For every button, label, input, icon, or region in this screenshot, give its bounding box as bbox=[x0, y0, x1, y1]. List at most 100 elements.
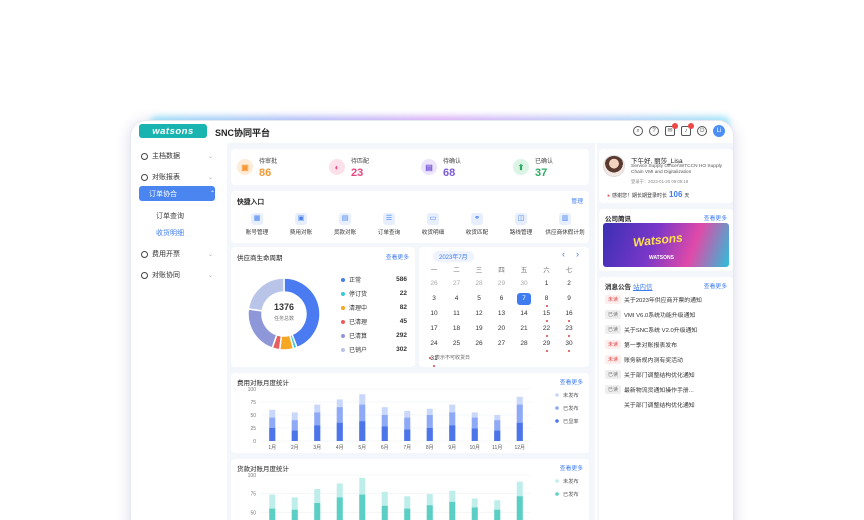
calendar-day[interactable]: 30 bbox=[517, 278, 531, 290]
mail-icon[interactable]: ✉ bbox=[665, 123, 678, 136]
bell-icon[interactable]: ♪ bbox=[681, 123, 694, 136]
message-item[interactable]: 已读 最新物流货通知操作手册... bbox=[605, 385, 729, 394]
calendar-day[interactable]: 14 bbox=[517, 308, 531, 320]
legend-item[interactable]: 已清算 292 bbox=[341, 331, 407, 340]
search-icon[interactable]: ⌕ bbox=[633, 126, 643, 136]
bar[interactable] bbox=[381, 505, 388, 520]
calendar-day[interactable]: 18 bbox=[450, 323, 464, 335]
calendar-day[interactable]: 8 bbox=[540, 293, 554, 305]
bar[interactable] bbox=[449, 425, 456, 441]
chevron-left-icon[interactable]: ‹ bbox=[562, 249, 565, 259]
messages-tab-notices[interactable]: 消息公告 bbox=[605, 281, 631, 291]
quick-receipt[interactable]: ▭ 收货明细 bbox=[411, 213, 455, 236]
calendar-day[interactable]: 28 bbox=[517, 338, 531, 350]
message-item[interactable]: 已读 关于SNC系统 V2.0升级通知 bbox=[605, 325, 729, 334]
stat-pending-approval[interactable]: ▣ 待审批 86 bbox=[231, 151, 321, 183]
calendar-day[interactable]: 22 bbox=[540, 323, 554, 335]
manage-link[interactable]: 管理 bbox=[571, 196, 583, 205]
bar[interactable] bbox=[494, 430, 501, 441]
calendar-day[interactable]: 25 bbox=[450, 338, 464, 350]
bar[interactable] bbox=[471, 507, 478, 520]
quick-route[interactable]: ◫ 路线管理 bbox=[499, 213, 543, 236]
bar[interactable] bbox=[426, 428, 433, 441]
bar[interactable] bbox=[426, 505, 433, 520]
message-item[interactable]: 关于部门调整结构优化通知 bbox=[605, 400, 729, 409]
calendar-day[interactable]: 23 bbox=[562, 323, 576, 335]
calendar-day[interactable]: 1 bbox=[540, 278, 554, 290]
legend-item[interactable]: 已清理 45 bbox=[341, 317, 407, 326]
calendar-day[interactable]: 7 bbox=[517, 293, 531, 305]
calendar-day[interactable]: 3 bbox=[427, 293, 441, 305]
calendar-day[interactable]: 26 bbox=[427, 278, 441, 290]
bar[interactable] bbox=[359, 494, 366, 520]
legend-item[interactable]: 清理中 82 bbox=[341, 303, 407, 312]
calendar-day[interactable]: 28 bbox=[472, 278, 486, 290]
calendar-day[interactable]: 6 bbox=[495, 293, 509, 305]
calendar-day[interactable]: 15 bbox=[540, 308, 554, 320]
bar[interactable] bbox=[269, 428, 276, 441]
calendar-month[interactable]: 2023年7月 bbox=[433, 251, 474, 262]
quick-fee[interactable]: ▣ 费用对账 bbox=[279, 213, 323, 236]
calendar-day[interactable]: 5 bbox=[472, 293, 486, 305]
bar[interactable] bbox=[516, 496, 523, 520]
sidebar-sub-receipt-detail[interactable]: 收货明细 bbox=[156, 228, 184, 238]
bar[interactable] bbox=[494, 509, 501, 520]
bar[interactable] bbox=[314, 425, 321, 441]
bar[interactable] bbox=[381, 426, 388, 441]
legend-item[interactable]: 已销户 302 bbox=[341, 345, 407, 354]
bar[interactable] bbox=[291, 430, 298, 441]
calendar-day[interactable]: 27 bbox=[450, 278, 464, 290]
legend-item[interactable]: 停订货 22 bbox=[341, 289, 407, 298]
calendar-day[interactable]: 12 bbox=[472, 308, 486, 320]
calendar-day[interactable]: 13 bbox=[495, 308, 509, 320]
message-item[interactable]: 已读 VMI V6.0系统功能升级通知 bbox=[605, 310, 729, 319]
quick-match[interactable]: ⚭ 收货匹配 bbox=[455, 213, 499, 236]
calendar-day[interactable]: 26 bbox=[472, 338, 486, 350]
message-item[interactable]: 已读 关于部门调整结构优化通知 bbox=[605, 370, 729, 379]
sidebar-sub-order-query[interactable]: 订单查询 bbox=[156, 211, 184, 221]
sidebar-item-reconcile[interactable]: 对账协同 ⌄ bbox=[141, 270, 213, 280]
calendar-day[interactable]: 27 bbox=[495, 338, 509, 350]
bar[interactable] bbox=[516, 422, 523, 441]
lifecycle-more-link[interactable]: 查看更多 bbox=[386, 252, 409, 261]
announcement-more-link[interactable]: 查看更多 bbox=[704, 213, 727, 222]
help-icon[interactable]: ? bbox=[649, 126, 659, 136]
bar[interactable] bbox=[269, 508, 276, 520]
bar[interactable] bbox=[336, 422, 343, 441]
user-avatar[interactable]: Li bbox=[713, 125, 725, 137]
sidebar-item-reports[interactable]: 对账报表 ⌄ bbox=[141, 172, 213, 182]
calendar-day[interactable]: 17 bbox=[427, 323, 441, 335]
bar[interactable] bbox=[336, 497, 343, 520]
message-item[interactable]: 未读 账务新规内测有奖活动 bbox=[605, 355, 729, 364]
calendar-day[interactable]: 30 bbox=[562, 338, 576, 350]
calendar-day[interactable]: 11 bbox=[450, 308, 464, 320]
legend-item[interactable]: 正常 586 bbox=[341, 275, 407, 284]
bar[interactable] bbox=[404, 429, 411, 441]
stat-pending-confirm[interactable]: ▤ 待确认 68 bbox=[415, 151, 505, 183]
bar[interactable] bbox=[359, 421, 366, 441]
calendar-day[interactable]: 29 bbox=[540, 338, 554, 350]
messages-tab-inbox[interactable]: 站内信 bbox=[633, 281, 653, 291]
messages-more-link[interactable]: 查看更多 bbox=[704, 281, 727, 290]
bar[interactable] bbox=[449, 501, 456, 520]
calendar-day[interactable]: 20 bbox=[495, 323, 509, 335]
calendar-day[interactable]: 21 bbox=[517, 323, 531, 335]
stat-confirmed[interactable]: ⬆ 已确认 37 bbox=[507, 151, 597, 183]
bar[interactable] bbox=[471, 428, 478, 441]
bar[interactable] bbox=[314, 503, 321, 520]
message-item[interactable]: 未读 第一季对账报表发布 bbox=[605, 340, 729, 349]
chevron-right-icon[interactable]: › bbox=[576, 249, 579, 259]
sidebar-item-master-data[interactable]: 主档数据 ⌄ bbox=[141, 151, 213, 161]
announcement-banner[interactable]: Watsons WATSONS bbox=[603, 223, 729, 267]
bar[interactable] bbox=[291, 509, 298, 520]
message-item[interactable]: 未读 关于2023年供应商开票的通知 bbox=[605, 295, 729, 304]
quick-account[interactable]: ▦ 账号管理 bbox=[235, 213, 279, 236]
calendar-day[interactable]: 29 bbox=[495, 278, 509, 290]
calendar-day[interactable]: 24 bbox=[427, 338, 441, 350]
calendar-day[interactable]: 2 bbox=[562, 278, 576, 290]
quick-loan[interactable]: ▤ 货款对账 bbox=[323, 213, 367, 236]
sidebar-item-orders[interactable]: 订单协合 ⌃ bbox=[139, 186, 215, 201]
calendar-day[interactable]: 9 bbox=[562, 293, 576, 305]
power-icon[interactable]: ⏻ bbox=[697, 126, 707, 136]
calendar-day[interactable]: 10 bbox=[427, 308, 441, 320]
